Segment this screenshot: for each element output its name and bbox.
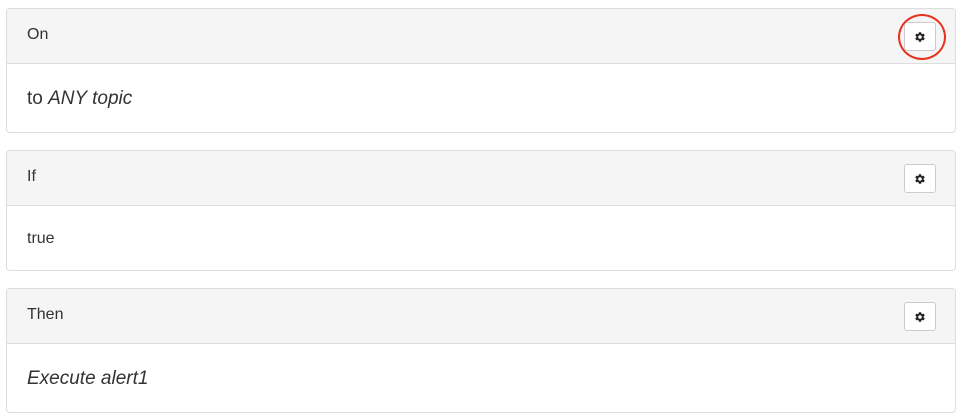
then-panel-header: Then bbox=[7, 289, 955, 344]
gear-icon bbox=[915, 31, 925, 42]
then-panel-body: Execute alert1 bbox=[7, 344, 955, 412]
then-panel-title: Then bbox=[27, 306, 64, 323]
if-panel-body-text: true bbox=[27, 230, 55, 247]
then-settings-button[interactable] bbox=[904, 302, 936, 331]
if-panel-header: If bbox=[7, 151, 955, 206]
on-panel-body-text: to ANY topic bbox=[27, 88, 132, 110]
then-panel-body-text: Execute alert1 bbox=[27, 368, 149, 389]
gear-icon bbox=[915, 173, 925, 184]
on-body-topic: ANY topic bbox=[48, 88, 133, 109]
if-panel: If true bbox=[6, 150, 956, 271]
on-panel-title: On bbox=[27, 26, 49, 43]
if-settings-button[interactable] bbox=[904, 164, 936, 193]
on-panel-header: On bbox=[7, 9, 955, 64]
on-panel-body: to ANY topic bbox=[7, 64, 955, 132]
if-panel-body: true bbox=[7, 206, 955, 270]
if-panel-title: If bbox=[27, 168, 36, 185]
then-panel: Then Execute alert1 bbox=[6, 288, 956, 413]
on-panel: On to ANY topic bbox=[6, 8, 956, 133]
gear-icon bbox=[915, 311, 925, 322]
on-body-prefix: to bbox=[27, 88, 49, 109]
on-settings-button[interactable] bbox=[904, 22, 936, 51]
